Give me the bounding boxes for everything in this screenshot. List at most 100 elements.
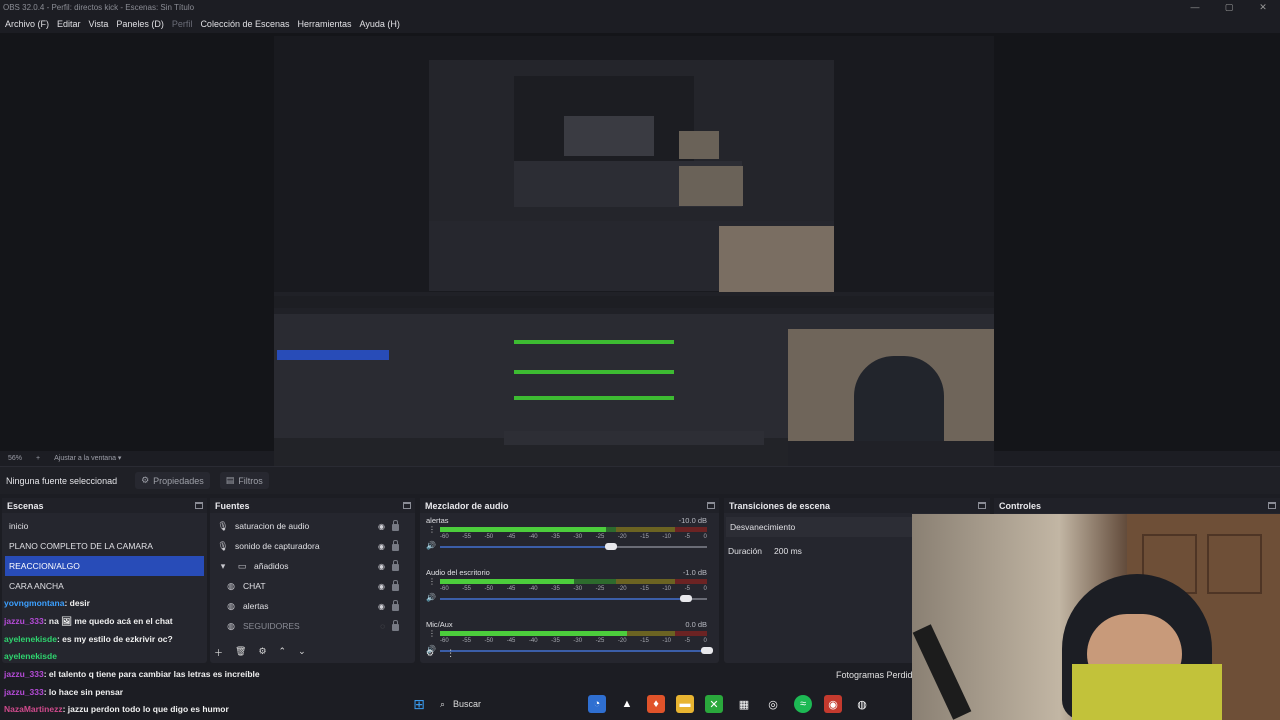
tick-label: -40 — [528, 586, 538, 592]
scene-item[interactable]: inicio — [2, 516, 207, 536]
menu-help[interactable]: Ayuda (H) — [356, 15, 404, 33]
zoom-value[interactable]: 56% — [8, 455, 22, 462]
scene-item[interactable]: CARA ANCHA — [2, 576, 207, 596]
scene-item[interactable]: PLANO COMPLETO DE LA CAMARA — [2, 536, 207, 556]
source-group[interactable]: ▾ ▭ añadidos ◉ — [210, 556, 415, 576]
tick-label: -25 — [595, 586, 605, 592]
lock-icon[interactable] — [392, 620, 399, 631]
tick-label: -10 — [662, 586, 672, 592]
copilot-icon[interactable]: ◔ — [588, 695, 606, 713]
volume-slider[interactable] — [440, 595, 707, 602]
chat-username: ayelenekisde — [4, 651, 57, 661]
menu-edit[interactable]: Editar — [53, 15, 85, 33]
tick-label: -5 — [684, 586, 690, 592]
tick-label: -10 — [662, 638, 672, 644]
folder-icon: ▭ — [237, 560, 247, 571]
duration-input[interactable]: 200 ms — [774, 546, 802, 556]
undock-icon[interactable] — [978, 502, 986, 509]
xbox-icon[interactable]: ✕ — [705, 695, 723, 713]
menu-bar: Archivo (F) Editar Vista Paneles (D) Per… — [0, 15, 1280, 33]
track-menu-icon[interactable]: ⋮ — [428, 525, 436, 534]
volume-icon[interactable]: 🔊 — [426, 541, 436, 550]
menu-file[interactable]: Archivo (F) — [1, 15, 53, 33]
chat-message: jazzu_333: el talento q tiene para cambi… — [4, 669, 284, 679]
chevron-down-icon[interactable]: ▾ — [216, 561, 230, 572]
properties-button[interactable]: ⚙ Propiedades — [135, 472, 210, 489]
undock-icon[interactable] — [1268, 502, 1276, 509]
obs-secondary-icon[interactable]: ◍ — [853, 695, 871, 713]
source-item[interactable]: ◍ CHAT ◉ — [210, 576, 415, 596]
menu-docks[interactable]: Paneles (D) — [112, 15, 168, 33]
undock-icon[interactable] — [707, 502, 715, 509]
file-explorer-icon[interactable]: ▬ — [676, 695, 694, 713]
tick-label: -25 — [595, 638, 605, 644]
lock-icon[interactable] — [392, 520, 399, 531]
terminal-icon[interactable]: ▦ — [735, 695, 753, 713]
tick-label: -50 — [484, 586, 494, 592]
lock-icon[interactable] — [392, 580, 399, 591]
eye-icon[interactable]: ◉ — [378, 522, 385, 531]
volume-knob[interactable] — [701, 647, 713, 654]
chat-username: ayelenekisde — [4, 634, 57, 644]
tick-label: -35 — [551, 638, 560, 644]
track-menu-icon[interactable]: ⋮ — [428, 629, 436, 638]
filter-icon: ▤ — [225, 475, 235, 485]
track-menu-icon[interactable]: ⋮ — [428, 577, 436, 586]
zoom-bar: 56% + Ajustar a la ventana ▾ — [0, 451, 1280, 465]
chat-message: ayelenekisde: es my estilo de ezkrivir o… — [4, 634, 284, 644]
volume-slider[interactable] — [440, 543, 707, 550]
volume-slider[interactable] — [440, 647, 713, 654]
eye-icon[interactable]: ◉ — [378, 542, 385, 551]
track-name: alertas — [426, 516, 449, 525]
steam-icon[interactable]: ◎ — [764, 695, 782, 713]
tick-label: -50 — [484, 638, 494, 644]
eye-hidden-icon[interactable]: ◌ — [380, 622, 385, 631]
eye-icon[interactable]: ◉ — [378, 582, 385, 591]
mixer-track: Mic/Aux 0.0 dB ⋮ -60 -55 -50 -45 -40 -35 -30 -2… — [420, 617, 719, 669]
obs-icon[interactable]: ◉ — [824, 695, 842, 713]
menu-profile[interactable]: Perfil — [168, 15, 197, 33]
lock-icon[interactable] — [392, 540, 399, 551]
move-down-icon[interactable]: ⌄ — [298, 646, 306, 659]
more-icon[interactable]: ⋮ — [446, 648, 455, 659]
menu-tools[interactable]: Herramientas — [294, 15, 356, 33]
gear-icon[interactable]: ⚙ — [426, 648, 434, 659]
filters-button[interactable]: ▤ Filtros — [219, 472, 269, 489]
lock-icon[interactable] — [392, 600, 399, 611]
volume-knob[interactable] — [679, 595, 692, 602]
tick-label: -5 — [684, 534, 690, 540]
mixer-dock: Mezclador de audio alertas -10.0 dB ⋮ -6… — [420, 498, 719, 663]
eye-icon[interactable]: ◉ — [378, 562, 385, 571]
tick-label: -15 — [640, 586, 649, 592]
eye-icon[interactable]: ◉ — [378, 602, 385, 611]
tick-label: -45 — [506, 534, 516, 540]
menu-view[interactable]: Vista — [85, 15, 113, 33]
maximize-button[interactable]: ▢ — [1212, 0, 1246, 15]
level-fill — [440, 631, 627, 636]
tick-label: -60 — [440, 534, 449, 540]
tick-label: 0 — [703, 586, 707, 592]
source-item[interactable]: 🎙 saturacion de audio ◉ — [210, 516, 415, 536]
spotify-icon[interactable]: ≈ — [794, 695, 812, 713]
windows-start-icon[interactable]: ⊞ — [410, 695, 428, 713]
zoom-in-button[interactable]: + — [36, 455, 40, 462]
menu-scene-collection[interactable]: Colección de Escenas — [196, 15, 293, 33]
minimize-button[interactable]: — — [1178, 0, 1212, 15]
level-fill — [440, 527, 606, 532]
undock-icon[interactable] — [195, 502, 203, 509]
source-item[interactable]: 🎙 sonido de capturadora ◉ — [210, 536, 415, 556]
volume-knob[interactable] — [604, 543, 617, 550]
fit-window-dropdown[interactable]: Ajustar a la ventana ▾ — [54, 454, 121, 462]
taskbar-search[interactable]: ⌕ Buscar — [440, 694, 580, 714]
tick-label: -15 — [640, 638, 649, 644]
brave-icon[interactable]: ♦ — [647, 695, 665, 713]
close-button[interactable]: ✕ — [1246, 0, 1280, 15]
tick-label: -35 — [551, 586, 560, 592]
scene-item-selected[interactable]: REACCION/ALGO — [5, 556, 204, 576]
mixer-toolbar: ⚙ ⋮ — [426, 648, 455, 659]
lock-icon[interactable] — [392, 560, 399, 571]
preview-canvas[interactable] — [0, 33, 1280, 478]
volume-icon[interactable]: 🔊 — [426, 593, 436, 602]
undock-icon[interactable] — [403, 502, 411, 509]
inkscape-icon[interactable]: ▲ — [618, 695, 636, 713]
